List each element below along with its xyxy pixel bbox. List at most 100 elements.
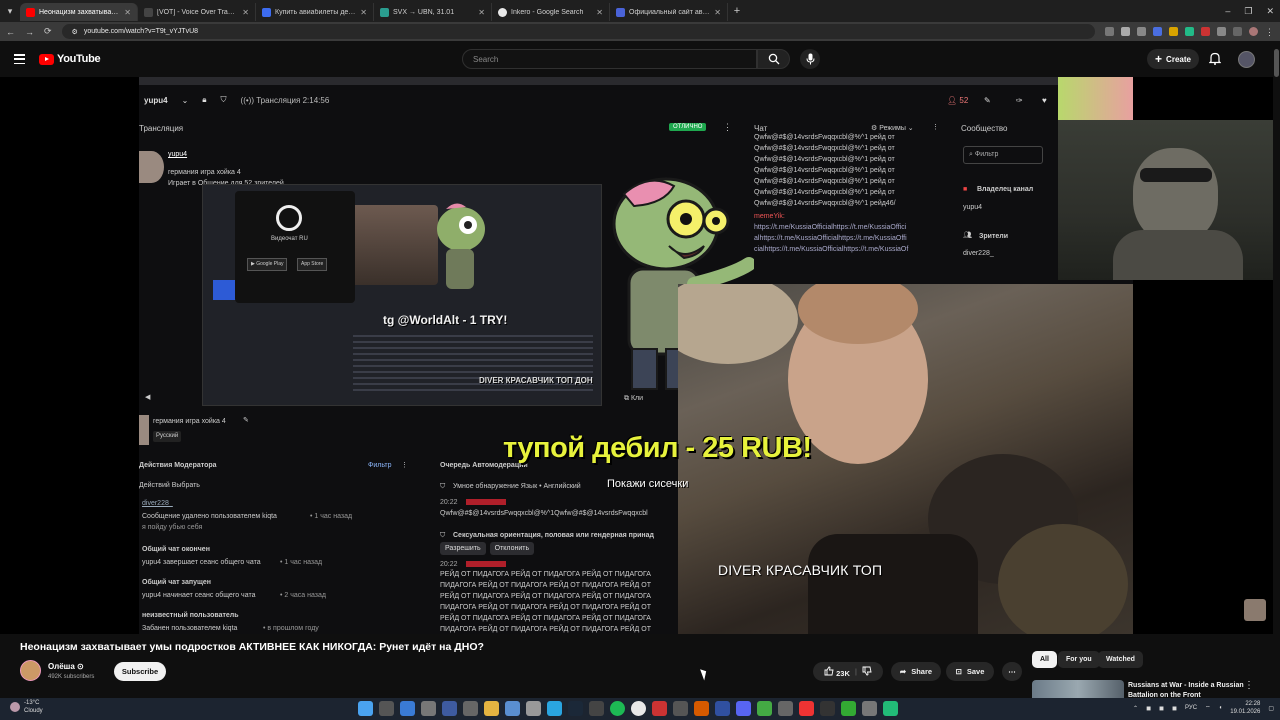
save-button[interactable]: ⊡ Save <box>946 662 994 681</box>
clock[interactable]: 22:28 19.01.2026 <box>1230 700 1260 716</box>
chat-username: memeYik: <box>754 213 785 220</box>
install-app-icon[interactable] <box>1105 27 1114 36</box>
search-taskbar-icon[interactable] <box>379 701 394 716</box>
channel-name[interactable]: Олёша ⊙ <box>48 662 84 671</box>
network-icon[interactable]: ⌔ <box>1205 704 1211 712</box>
subscribe-button[interactable]: Subscribe <box>114 662 166 681</box>
language-tag: Русский <box>153 431 182 442</box>
app-icon[interactable] <box>526 701 541 716</box>
app-icon[interactable] <box>442 701 457 716</box>
app-icon[interactable] <box>841 701 856 716</box>
file-explorer-icon[interactable] <box>484 701 499 716</box>
notifications-button[interactable] <box>1208 52 1222 70</box>
app-icon[interactable] <box>652 701 667 716</box>
like-button[interactable]: 23K <box>824 666 850 678</box>
share-button[interactable]: ➦ Share <box>891 662 941 681</box>
bookmark-star-icon[interactable] <box>1137 27 1146 36</box>
search-input[interactable]: Search <box>462 49 757 69</box>
scrollbar-thumb[interactable] <box>1274 49 1279 77</box>
app-icon[interactable] <box>589 701 604 716</box>
app-icon[interactable] <box>715 701 730 716</box>
app-icon[interactable] <box>757 701 772 716</box>
close-tab-icon[interactable]: ✕ <box>360 8 367 17</box>
minimize-icon[interactable]: – <box>1225 6 1230 16</box>
chip-watched[interactable]: Watched <box>1098 651 1143 668</box>
site-info-icon[interactable]: ⚙ <box>72 28 78 36</box>
tray-app-icon[interactable]: ◼ <box>1172 705 1177 712</box>
close-tab-icon[interactable]: ✕ <box>124 8 131 17</box>
weather-widget[interactable]: -13°C Cloudy <box>10 699 43 715</box>
zoom-icon[interactable] <box>1121 27 1130 36</box>
chip-all[interactable]: All <box>1032 651 1057 668</box>
app-icon[interactable] <box>883 701 898 716</box>
volume-icon[interactable]: ◖ <box>1219 705 1223 711</box>
chip-for-you[interactable]: For you <box>1058 651 1100 668</box>
channel-avatar[interactable] <box>20 660 41 681</box>
recommendation-more-icon[interactable]: ⋮ <box>1244 680 1254 691</box>
extension-green-icon[interactable] <box>1185 27 1194 36</box>
app-icon[interactable] <box>799 701 814 716</box>
app-icon[interactable] <box>820 701 835 716</box>
reload-icon[interactable]: ⟳ <box>44 26 52 37</box>
new-tab-button[interactable]: + <box>728 5 746 17</box>
extension-yellow-icon[interactable] <box>1169 27 1178 36</box>
extension-translate-icon[interactable] <box>1153 27 1162 36</box>
mod-item-user: неизвестный пользователь <box>142 612 239 619</box>
sidebar-icon[interactable] <box>1233 27 1242 36</box>
dislike-button[interactable] <box>862 666 872 678</box>
app-icon[interactable] <box>505 701 520 716</box>
extension-red-icon[interactable] <box>1201 27 1210 36</box>
search-button[interactable] <box>757 49 790 69</box>
browser-tab-4[interactable]: Inkero - Google Search ✕ <box>492 3 610 21</box>
profile-avatar-icon[interactable] <box>1249 27 1258 36</box>
extensions-puzzle-icon[interactable] <box>1217 27 1226 36</box>
account-avatar[interactable] <box>1238 51 1255 68</box>
tab-search-icon[interactable]: ▾ <box>0 0 20 22</box>
app-icon[interactable] <box>778 701 793 716</box>
video-player[interactable]: yupu4 ⌄ 🔒︎ ⛉ ((•)) Трансляция 2:14:56 👤︎… <box>0 77 1273 634</box>
tray-app-icon[interactable]: ◼ <box>1159 705 1164 712</box>
app-icon[interactable] <box>400 701 415 716</box>
steam-icon[interactable] <box>568 701 583 716</box>
youtube-header: YouTube Search + Create <box>0 41 1280 77</box>
tray-app-icon[interactable]: ◼ <box>1146 705 1151 712</box>
close-tab-icon[interactable]: ✕ <box>242 8 249 17</box>
url-field[interactable]: ⚙ youtube.com/watch?v=T9t_vYJTvU8 <box>61 24 1095 39</box>
back-icon[interactable]: ← <box>6 27 15 37</box>
spotify-icon[interactable] <box>610 701 625 716</box>
community-panel-title: Сообщество <box>961 124 1008 133</box>
browser-tab-bar: ▾ Неонацизм захватывает у... ✕ [VOT] - V… <box>0 0 1280 22</box>
page-scrollbar[interactable] <box>1273 41 1280 698</box>
app-icon[interactable] <box>862 701 877 716</box>
restore-icon[interactable]: ❐ <box>1244 6 1252 17</box>
close-window-icon[interactable]: ✕ <box>1266 6 1274 17</box>
close-tab-icon[interactable]: ✕ <box>478 8 485 17</box>
browser-tab-3[interactable]: SVX → UBN, 31.01 ✕ <box>374 3 492 21</box>
telegram-icon[interactable] <box>547 701 562 716</box>
close-tab-icon[interactable]: ✕ <box>714 8 721 17</box>
browser-tab-1[interactable]: [VOT] - Voice Over Translation ✕ <box>138 3 256 21</box>
recommendation-thumbnail[interactable] <box>1032 680 1124 698</box>
guide-menu-icon[interactable] <box>14 54 25 64</box>
windows-start-icon[interactable] <box>358 701 373 716</box>
input-language[interactable]: РУС <box>1185 705 1197 711</box>
tray-chevron-icon[interactable]: ⌃ <box>1133 705 1138 712</box>
notification-center-icon[interactable]: ▢ <box>1268 705 1274 712</box>
app-icon[interactable] <box>421 701 436 716</box>
browser-menu-icon[interactable]: ⋮ <box>1265 27 1274 37</box>
youtube-logo[interactable]: YouTube <box>39 53 101 65</box>
more-actions-button[interactable]: ⋯ <box>1002 662 1022 681</box>
app-icon[interactable] <box>694 701 709 716</box>
discord-icon[interactable] <box>736 701 751 716</box>
browser-tab-5[interactable]: Официальный сайт авиакомп... ✕ <box>610 3 728 21</box>
create-button[interactable]: + Create <box>1147 49 1199 69</box>
voice-search-button[interactable] <box>800 49 820 69</box>
chrome-icon[interactable] <box>631 701 646 716</box>
chip-label: Watched <box>1106 656 1135 663</box>
browser-tab-2[interactable]: Купить авиабилеты дешево о... ✕ <box>256 3 374 21</box>
close-tab-icon[interactable]: ✕ <box>596 8 603 17</box>
browser-tab-0[interactable]: Неонацизм захватывает у... ✕ <box>20 3 138 21</box>
app-icon[interactable] <box>673 701 688 716</box>
forward-icon[interactable]: → <box>25 27 34 37</box>
app-icon[interactable] <box>463 701 478 716</box>
